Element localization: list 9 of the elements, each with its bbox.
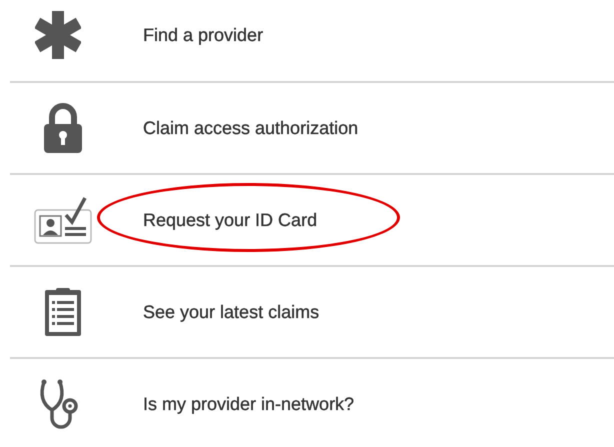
id-card-check-icon (34, 196, 92, 244)
menu-item-link[interactable]: Claim access authorization (143, 118, 358, 138)
menu-item-link[interactable]: See your latest claims (143, 302, 320, 322)
padlock-icon (42, 103, 82, 153)
asterisk-icon (34, 11, 80, 59)
menu-item-link[interactable]: Is my provider in-network? (143, 394, 354, 414)
clipboard-icon (42, 287, 82, 337)
menu-item-link[interactable]: Find a provider (143, 24, 264, 46)
menu-item-link[interactable]: Request your ID Card (143, 210, 318, 230)
